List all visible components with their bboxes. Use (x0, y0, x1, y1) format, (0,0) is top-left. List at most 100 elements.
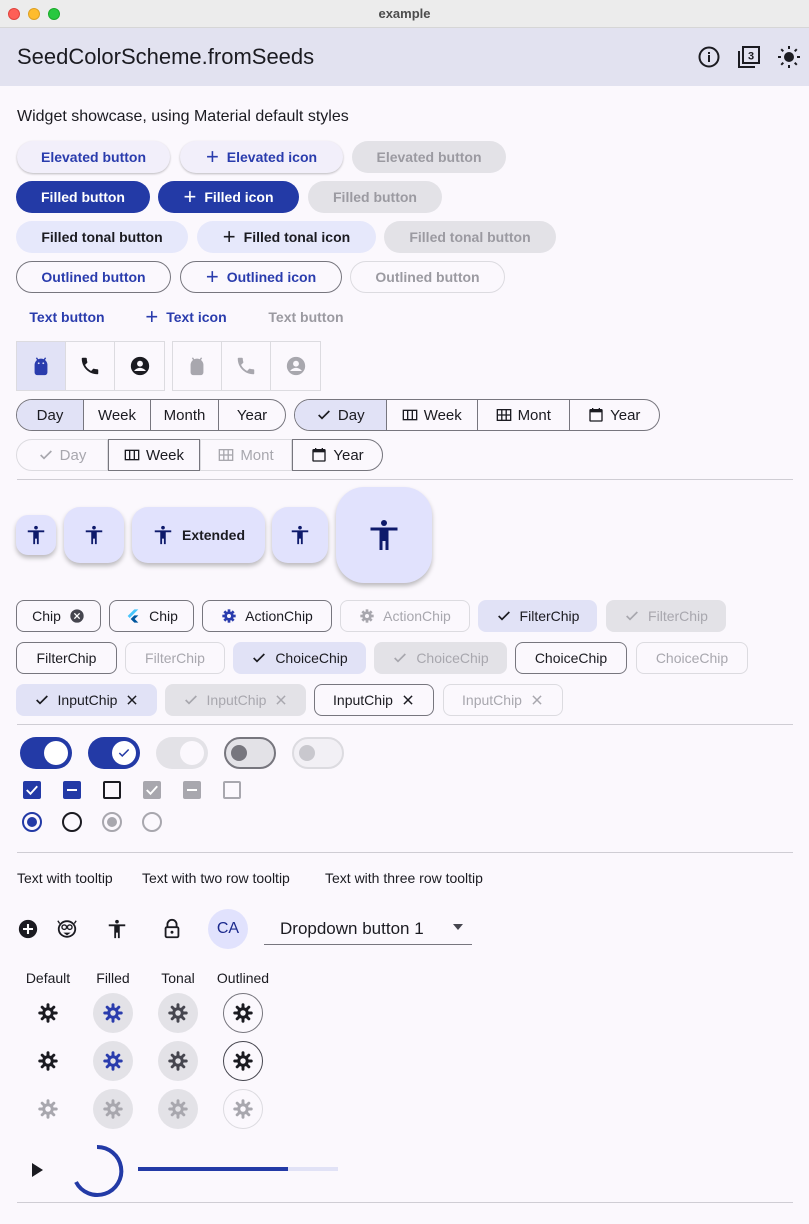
segment-day[interactable]: Day (295, 400, 387, 430)
settings-icon (103, 1099, 123, 1119)
filter-3-icon[interactable]: 3 (737, 45, 761, 69)
play-icon[interactable] (30, 1162, 44, 1178)
close-icon[interactable] (401, 693, 415, 707)
dropdown-button[interactable]: Dropdown button 1 (264, 911, 472, 945)
outlined-button[interactable]: Outlined button (16, 261, 171, 293)
add-circle-icon[interactable] (18, 919, 38, 939)
input-chip[interactable]: InputChip (314, 684, 434, 716)
toggle-phone[interactable] (66, 342, 115, 390)
chip-flutter[interactable]: Chip (109, 600, 194, 632)
segment-month[interactable]: Mont (478, 400, 570, 430)
cancel-icon[interactable] (69, 608, 85, 624)
segment-label: Week (423, 406, 462, 424)
add-icon: + (222, 224, 236, 249)
segment-month[interactable]: Month (151, 400, 219, 430)
elevated-icon-label: Elevated icon (226, 149, 318, 165)
segment-day[interactable]: Day (17, 400, 84, 430)
close-icon[interactable] (125, 693, 139, 707)
icon-button-default-row-2[interactable] (28, 1041, 68, 1081)
elevated-disabled-label: Elevated button (376, 149, 482, 165)
icon-button-outlined-row-2[interactable] (223, 1041, 263, 1081)
choice-chip[interactable]: ChoiceChip (515, 642, 627, 674)
segment-week[interactable]: Week (108, 439, 200, 471)
switch-thumb (231, 745, 247, 761)
toggle-account[interactable] (115, 342, 164, 390)
icon-button-tonal-row-3 (158, 1089, 198, 1129)
light-mode-icon[interactable] (777, 45, 801, 69)
avatar-initials: CA (216, 920, 240, 937)
segment-year[interactable]: Year (570, 400, 660, 430)
col-header-default: Default (25, 970, 71, 986)
text-icon-button[interactable]: + Text icon (130, 301, 242, 333)
checkbox-indeterminate[interactable] (63, 781, 81, 799)
icon-button-filled-row-1[interactable] (93, 993, 133, 1033)
calendar-today-icon (589, 408, 603, 422)
checkbox-unchecked[interactable] (103, 781, 121, 799)
filter-chip[interactable]: FilterChip (16, 642, 117, 674)
section-divider (17, 1202, 793, 1203)
segment-week[interactable]: Week (84, 400, 151, 430)
settings-icon (38, 1003, 58, 1023)
accessibility-icon (370, 520, 398, 550)
segment-year[interactable]: Year (219, 400, 285, 430)
segment-week[interactable]: Week (387, 400, 478, 430)
filled-tonal-icon-button[interactable]: + Filled tonal icon (197, 221, 376, 253)
segment-year[interactable]: Year (292, 439, 383, 471)
small-fab[interactable] (16, 515, 56, 555)
tooltip-text-1[interactable]: Text with tooltip (17, 870, 113, 886)
filled-button[interactable]: Filled button (16, 181, 150, 213)
icon-button-tonal-row-2[interactable] (158, 1041, 198, 1081)
check-icon (39, 450, 52, 460)
avatar[interactable]: CA (208, 909, 248, 949)
calendar-view-month-icon (496, 409, 511, 421)
large-fab[interactable] (336, 487, 432, 583)
icon-button-tonal-row-1[interactable] (158, 993, 198, 1033)
extended-fab[interactable]: Extended (132, 507, 265, 563)
elevated-icon-button[interactable]: + Elevated icon (180, 141, 343, 173)
info-icon[interactable] (697, 45, 721, 69)
checkbox-checked[interactable] (23, 781, 41, 799)
input-chip-selected-disabled: InputChip (165, 684, 306, 716)
choice-chip-selected[interactable]: ChoiceChip (233, 642, 366, 674)
chip-label: ChoiceChip (416, 650, 489, 666)
icon-button-outlined-row-1[interactable] (223, 993, 263, 1033)
add-icon: + (145, 304, 159, 329)
radio-selected[interactable] (22, 812, 42, 832)
switch-on[interactable] (20, 737, 72, 769)
action-chip[interactable]: ActionChip (202, 600, 332, 632)
outlined-icon-button[interactable]: + Outlined icon (180, 261, 342, 293)
chip-label: InputChip (333, 692, 393, 708)
check-icon (146, 785, 158, 796)
radio-selected-disabled (102, 812, 122, 832)
icon-button-default-row-1[interactable] (28, 993, 68, 1033)
add-icon: + (183, 184, 197, 209)
tooltip-text-3[interactable]: Text with three row tooltip (325, 870, 483, 886)
accessibility-icon (27, 525, 45, 545)
elevated-button[interactable]: Elevated button (17, 141, 170, 173)
radio-unselected[interactable] (62, 812, 82, 832)
checkbox-checked-disabled (143, 781, 161, 799)
chip-deletable[interactable]: Chip (16, 600, 101, 632)
lock-icon[interactable] (161, 918, 183, 940)
filled-icon-button[interactable]: + Filled icon (158, 181, 299, 213)
input-chip-disabled: InputChip (443, 684, 563, 716)
accessibility-icon[interactable] (106, 918, 128, 940)
icon-button-filled-row-2[interactable] (93, 1041, 133, 1081)
filled-tonal-button[interactable]: Filled tonal button (16, 221, 188, 253)
radio-dot (107, 817, 117, 827)
filter-chip-selected[interactable]: FilterChip (478, 600, 597, 632)
chip-label: InputChip (462, 692, 522, 708)
filter-chip-selected-disabled: FilterChip (606, 600, 726, 632)
fab[interactable] (64, 507, 124, 563)
accessibility-icon (291, 525, 309, 545)
text-button[interactable]: Text button (16, 301, 118, 333)
toggle-android[interactable] (17, 342, 66, 390)
radio-dot (27, 817, 37, 827)
input-chip-selected[interactable]: InputChip (16, 684, 157, 716)
switch-on-with-icon[interactable] (88, 737, 140, 769)
tooltip-text-2[interactable]: Text with two row tooltip (142, 870, 290, 886)
switch-off[interactable] (224, 737, 276, 769)
flutter-dash-icon[interactable] (56, 918, 78, 940)
filled-button-disabled: Filled button (308, 181, 442, 213)
fab-2[interactable] (272, 507, 328, 563)
